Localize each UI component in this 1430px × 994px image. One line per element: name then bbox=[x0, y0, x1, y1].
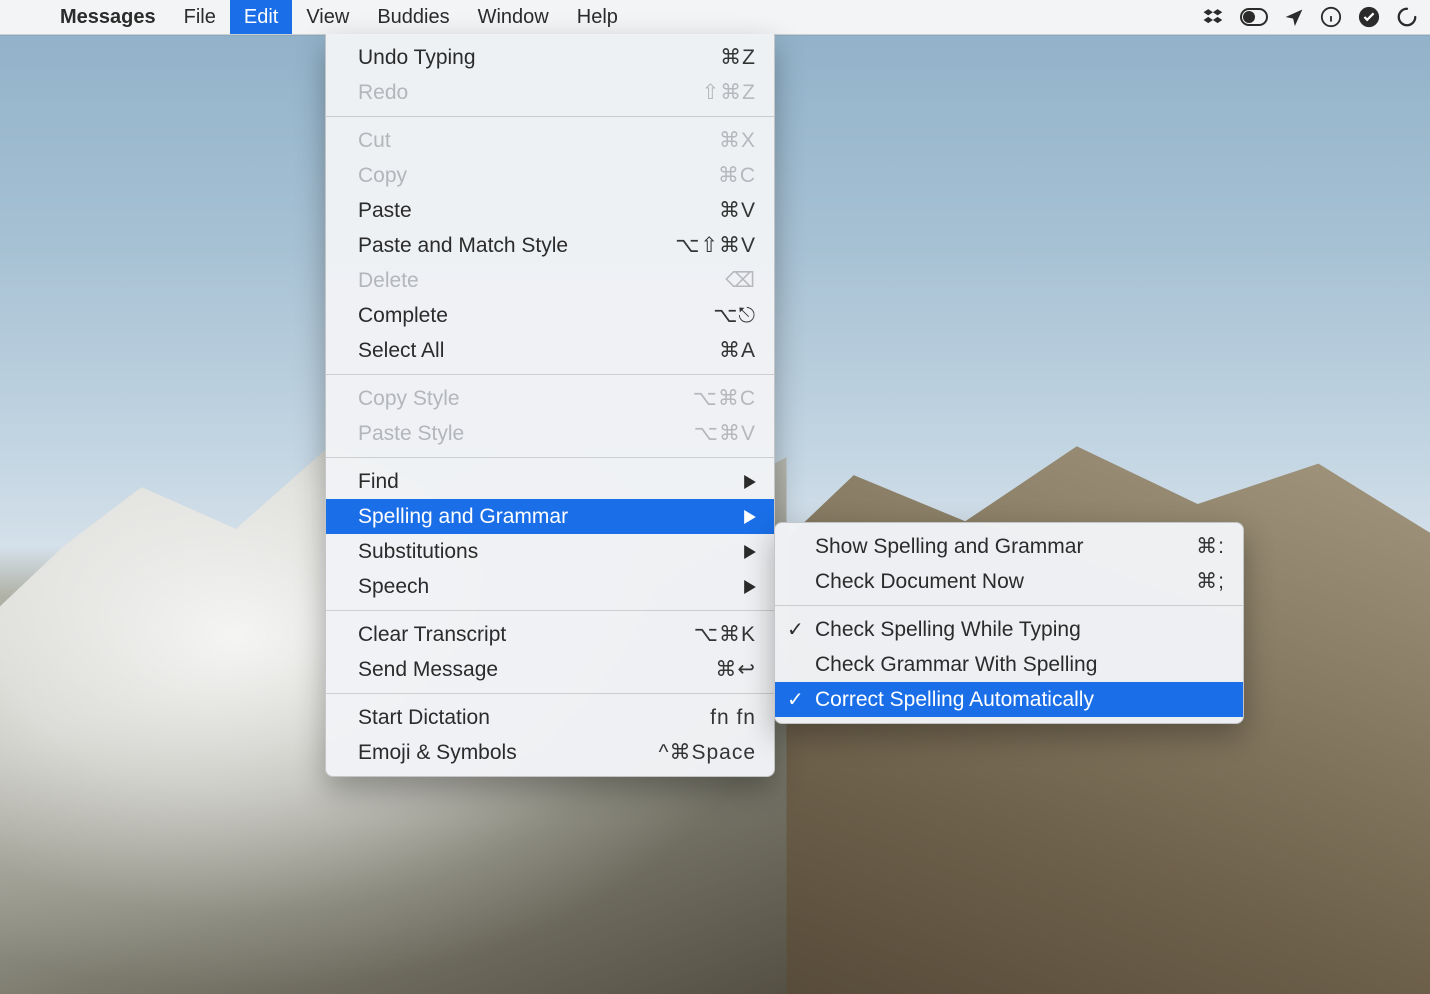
menu-item-spelling-and-grammar[interactable]: Spelling and Grammar bbox=[326, 499, 774, 534]
menu-window[interactable]: Window bbox=[464, 0, 563, 34]
location-icon[interactable] bbox=[1284, 7, 1304, 27]
menu-item-label: Select All bbox=[358, 339, 719, 363]
menu-item-shortcut: ⌥⇧⌘V bbox=[675, 233, 756, 258]
menu-item-send-message[interactable]: Send Message⌘↩ bbox=[326, 652, 774, 687]
menu-item-shortcut: ⌥⎋ bbox=[713, 303, 756, 328]
menu-item-shortcut: ⌘X bbox=[719, 128, 756, 153]
menu-item-complete[interactable]: Complete⌥⎋ bbox=[326, 298, 774, 333]
menu-item-shortcut: ⌥⌘C bbox=[693, 386, 756, 411]
info-icon[interactable] bbox=[1320, 6, 1342, 28]
menu-separator bbox=[326, 457, 774, 458]
menu-view[interactable]: View bbox=[292, 0, 363, 34]
menu-separator bbox=[326, 610, 774, 611]
menu-item-shortcut: ⌥⌘K bbox=[694, 622, 756, 647]
menu-item-label: Paste bbox=[358, 199, 719, 223]
menu-item-shortcut: fn fn bbox=[710, 706, 756, 730]
menu-item-paste-style: Paste Style⌥⌘V bbox=[326, 416, 774, 451]
menu-item-redo: Redo⇧⌘Z bbox=[326, 75, 774, 110]
menu-separator bbox=[326, 374, 774, 375]
menu-item-label: Complete bbox=[358, 304, 713, 328]
menu-item-select-all[interactable]: Select All⌘A bbox=[326, 333, 774, 368]
menu-item-label: Copy Style bbox=[358, 387, 693, 411]
menu-item-shortcut: ⌘A bbox=[719, 338, 756, 363]
menu-item-start-dictation[interactable]: Start Dictationfn fn bbox=[326, 700, 774, 735]
menu-edit[interactable]: Edit bbox=[230, 0, 292, 34]
menu-buddies[interactable]: Buddies bbox=[363, 0, 463, 34]
menu-item-emoji-symbols[interactable]: Emoji & Symbols^⌘Space bbox=[326, 735, 774, 770]
menu-item-copy-style: Copy Style⌥⌘C bbox=[326, 381, 774, 416]
menu-item-check-grammar-with-spelling[interactable]: Check Grammar With Spelling bbox=[775, 647, 1243, 682]
menu-item-label: Check Grammar With Spelling bbox=[815, 653, 1225, 677]
menu-item-shortcut: ⌫ bbox=[725, 268, 756, 293]
menu-item-shortcut: ^⌘Space bbox=[659, 740, 756, 765]
menu-item-show-spelling-and-grammar[interactable]: Show Spelling and Grammar⌘: bbox=[775, 529, 1243, 564]
switch-icon[interactable] bbox=[1240, 8, 1268, 26]
menu-item-shortcut: ⌥⌘V bbox=[694, 421, 756, 446]
menu-item-shortcut: ⌘V bbox=[719, 198, 756, 223]
menu-item-label: Clear Transcript bbox=[358, 623, 694, 647]
menu-item-shortcut: ⌘↩ bbox=[715, 657, 756, 682]
menu-item-label: Redo bbox=[358, 81, 702, 105]
menu-item-shortcut: ⌘; bbox=[1196, 569, 1225, 594]
menubar: Messages File Edit View Buddies Window H… bbox=[0, 0, 1430, 35]
menu-item-shortcut: ⌘C bbox=[718, 163, 756, 188]
menu-item-label: Paste and Match Style bbox=[358, 234, 675, 258]
menu-item-label: Check Document Now bbox=[815, 570, 1196, 594]
menu-item-correct-spelling-automatically[interactable]: ✓ Correct Spelling Automatically bbox=[775, 682, 1243, 717]
menu-item-paste-and-match-style[interactable]: Paste and Match Style⌥⇧⌘V bbox=[326, 228, 774, 263]
submenu-arrow-icon bbox=[744, 475, 756, 489]
menu-item-label: Start Dictation bbox=[358, 706, 710, 730]
menu-item-cut: Cut⌘X bbox=[326, 123, 774, 158]
menu-item-label: Show Spelling and Grammar bbox=[815, 535, 1196, 559]
menu-separator bbox=[326, 116, 774, 117]
apple-menu-icon[interactable] bbox=[0, 16, 46, 18]
check-circle-icon[interactable] bbox=[1358, 6, 1380, 28]
menu-item-shortcut: ⌘Z bbox=[720, 45, 756, 70]
checkmark-icon: ✓ bbox=[787, 687, 804, 712]
menu-item-label: Undo Typing bbox=[358, 46, 720, 70]
menu-item-label: Spelling and Grammar bbox=[358, 505, 732, 529]
dropbox-icon[interactable] bbox=[1202, 6, 1224, 28]
spinner-icon[interactable] bbox=[1396, 6, 1418, 28]
menu-item-label: Emoji & Symbols bbox=[358, 741, 659, 765]
menu-item-undo-typing[interactable]: Undo Typing⌘Z bbox=[326, 40, 774, 75]
menu-item-label: Send Message bbox=[358, 658, 715, 682]
menu-item-label: Copy bbox=[358, 164, 718, 188]
edit-menu-dropdown: Undo Typing⌘ZRedo⇧⌘ZCut⌘XCopy⌘CPaste⌘VPa… bbox=[325, 34, 775, 777]
menu-item-clear-transcript[interactable]: Clear Transcript⌥⌘K bbox=[326, 617, 774, 652]
menu-item-shortcut: ⌘: bbox=[1196, 534, 1225, 559]
menu-file[interactable]: File bbox=[170, 0, 230, 34]
menu-item-label: Speech bbox=[358, 575, 732, 599]
menu-item-label: Correct Spelling Automatically bbox=[815, 688, 1225, 712]
checkmark-icon: ✓ bbox=[787, 617, 804, 642]
menu-item-speech[interactable]: Speech bbox=[326, 569, 774, 604]
menu-separator bbox=[775, 605, 1243, 606]
menu-item-label: Paste Style bbox=[358, 422, 694, 446]
menu-item-label: Substitutions bbox=[358, 540, 732, 564]
menu-item-label: Delete bbox=[358, 269, 725, 293]
menu-item-label: Find bbox=[358, 470, 732, 494]
submenu-arrow-icon bbox=[744, 580, 756, 594]
submenu-arrow-icon bbox=[744, 510, 756, 524]
app-menu[interactable]: Messages bbox=[46, 0, 170, 34]
menu-item-find[interactable]: Find bbox=[326, 464, 774, 499]
menubar-status-area bbox=[1202, 6, 1430, 28]
menu-item-check-spelling-while-typing[interactable]: ✓ Check Spelling While Typing bbox=[775, 612, 1243, 647]
menu-item-delete: Delete⌫ bbox=[326, 263, 774, 298]
spelling-grammar-submenu: Show Spelling and Grammar⌘:Check Documen… bbox=[774, 522, 1244, 724]
menu-item-label: Cut bbox=[358, 129, 719, 153]
menu-item-check-document-now[interactable]: Check Document Now⌘; bbox=[775, 564, 1243, 599]
submenu-arrow-icon bbox=[744, 545, 756, 559]
menu-item-paste[interactable]: Paste⌘V bbox=[326, 193, 774, 228]
menu-item-label: Check Spelling While Typing bbox=[815, 618, 1225, 642]
menu-item-shortcut: ⇧⌘Z bbox=[702, 80, 756, 105]
menu-item-copy: Copy⌘C bbox=[326, 158, 774, 193]
menu-help[interactable]: Help bbox=[563, 0, 632, 34]
menu-item-substitutions[interactable]: Substitutions bbox=[326, 534, 774, 569]
menu-separator bbox=[326, 693, 774, 694]
